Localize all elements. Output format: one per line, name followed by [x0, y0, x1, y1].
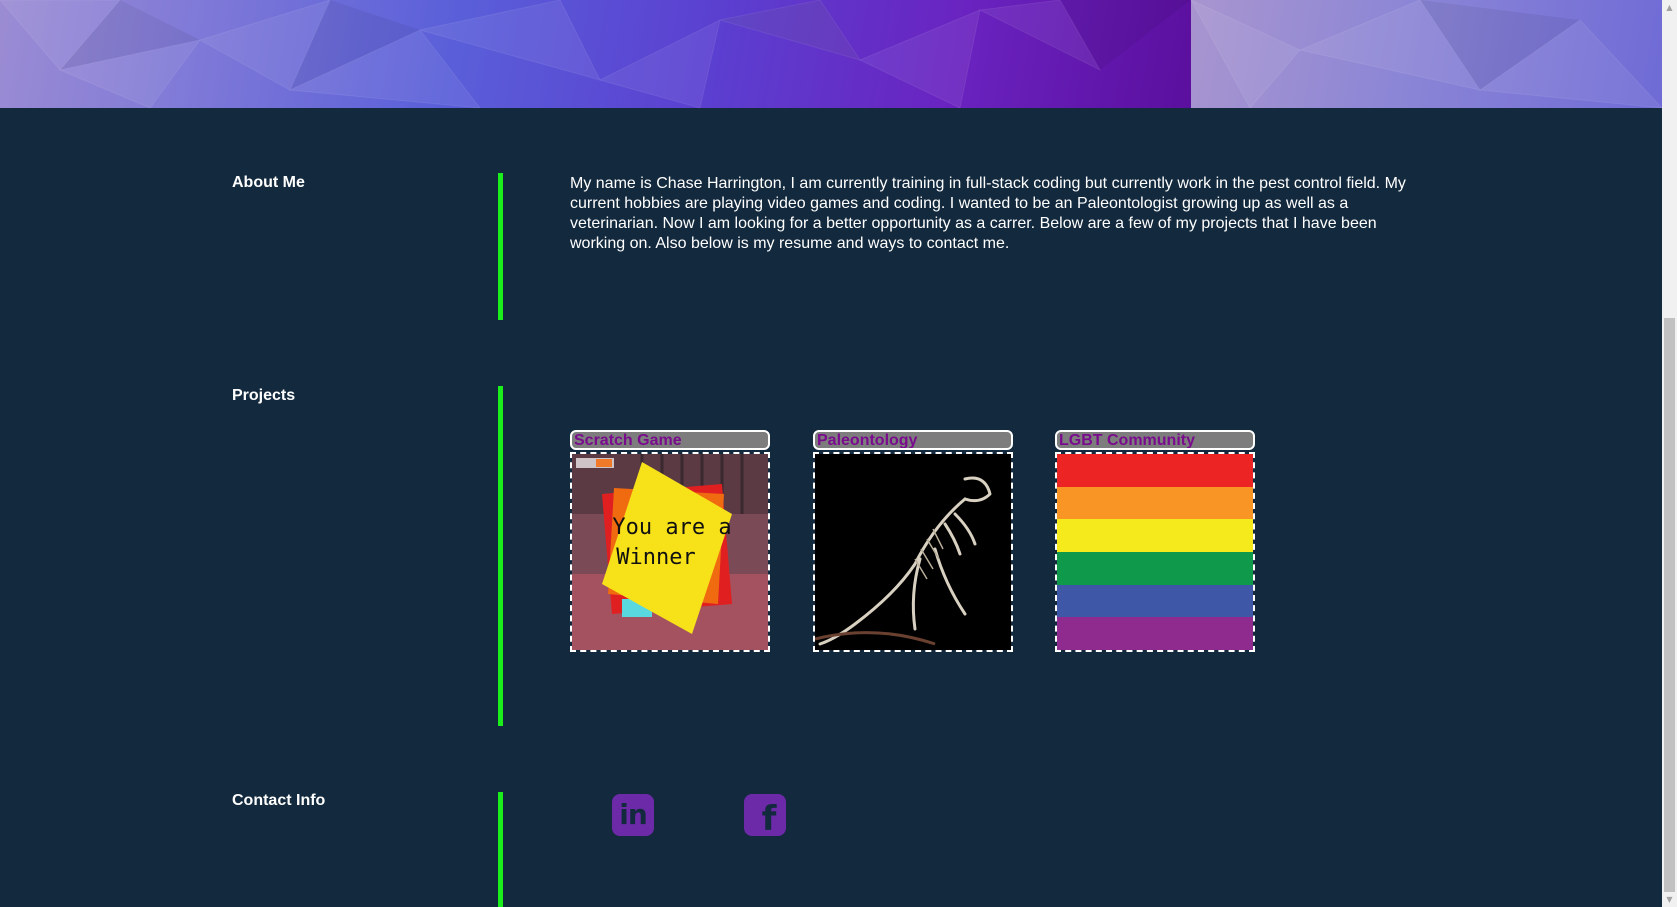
contact-heading: Contact Info	[232, 792, 326, 809]
winner-text-line2: Winner	[616, 545, 695, 570]
about-heading: About Me	[232, 174, 305, 191]
winner-screen-image[interactable]: You are a Winner	[570, 452, 770, 652]
projects-heading: Projects	[232, 387, 296, 404]
winner-text-line1: You are a	[612, 515, 731, 540]
hero-polygon-pattern	[0, 0, 1662, 108]
project-title[interactable]: Paleontology	[813, 430, 1013, 450]
facebook-icon[interactable]: f	[744, 794, 786, 836]
scrollbar[interactable]: ▲ ▼	[1662, 0, 1677, 907]
project-card-paleontology[interactable]: Paleontology	[813, 430, 1013, 652]
contact-divider	[498, 792, 503, 907]
about-text: My name is Chase Harrington, I am curren…	[570, 175, 1406, 252]
scroll-down-arrow[interactable]: ▼	[1662, 892, 1677, 907]
project-card-scratch-game[interactable]: Scratch Game You are a Winner	[570, 430, 770, 652]
scroll-up-arrow[interactable]: ▲	[1662, 0, 1677, 15]
project-card-lgbt-community[interactable]: LGBT Community	[1055, 430, 1255, 652]
dinosaur-skeleton-image[interactable]	[813, 452, 1013, 652]
linkedin-icon[interactable]: in	[612, 794, 654, 836]
scroll-thumb[interactable]	[1664, 318, 1675, 892]
project-title[interactable]: LGBT Community	[1055, 430, 1255, 450]
rainbow-flag-image[interactable]	[1055, 452, 1255, 652]
about-divider	[498, 173, 503, 320]
hero-banner	[0, 0, 1662, 108]
projects-divider	[498, 386, 503, 726]
project-title[interactable]: Scratch Game	[570, 430, 770, 450]
